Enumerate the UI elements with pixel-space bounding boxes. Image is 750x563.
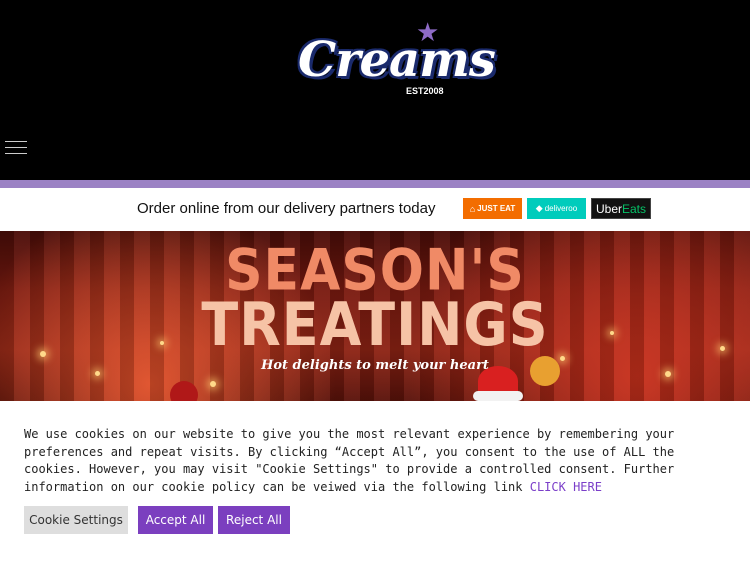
- uber-eats-button[interactable]: Uber Eats: [591, 198, 651, 219]
- accent-divider: [0, 180, 750, 188]
- just-eat-button[interactable]: ⌂ JUST EAT: [463, 198, 522, 219]
- delivery-bar-text: Order online from our delivery partners …: [137, 200, 436, 217]
- creams-logo[interactable]: ★ Creams EST2008: [298, 20, 496, 105]
- cookie-policy-link[interactable]: CLICK HERE: [530, 480, 602, 494]
- cookie-settings-button[interactable]: Cookie Settings: [24, 506, 128, 534]
- just-eat-label: JUST EAT: [477, 204, 516, 213]
- uber-label: Uber: [595, 201, 622, 216]
- ornament: [170, 381, 198, 401]
- site-header: ★ Creams EST2008: [0, 0, 750, 180]
- eats-label: Eats: [622, 201, 647, 216]
- house-icon: ⌂: [469, 203, 476, 214]
- hero-title-line2: TREATINGS: [201, 289, 549, 360]
- deliveroo-button[interactable]: ◆ deliveroo: [527, 198, 586, 219]
- accept-all-button[interactable]: Accept All: [138, 506, 213, 534]
- hero-banner[interactable]: SEASON'S TREATINGS Hot delights to melt …: [0, 231, 750, 401]
- kangaroo-icon: ◆: [535, 203, 543, 213]
- cookie-consent-banner: We use cookies on our website to give yo…: [0, 401, 750, 563]
- hamburger-menu-icon[interactable]: [5, 139, 27, 157]
- deliveroo-label: deliveroo: [544, 204, 578, 213]
- logo-established: EST2008: [406, 86, 444, 96]
- cookie-notice-text: We use cookies on our website to give yo…: [24, 426, 724, 496]
- hero-tagline: Hot delights to melt your heart: [261, 358, 489, 373]
- fairy-light: [210, 381, 216, 387]
- logo-wordmark: Creams: [298, 32, 496, 88]
- delivery-partners-bar: Order online from our delivery partners …: [0, 188, 750, 231]
- reject-all-button[interactable]: Reject All: [218, 506, 290, 534]
- santa-hat-trim: [473, 391, 523, 401]
